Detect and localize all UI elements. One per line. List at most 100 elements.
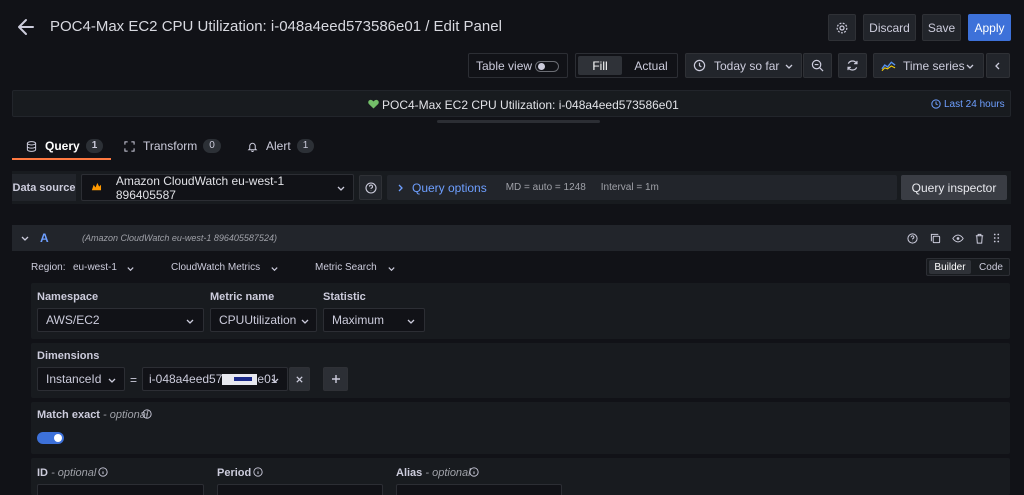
- region-value: eu-west-1: [73, 262, 117, 273]
- dimension-value-select[interactable]: i-048a4eed57 e01: [142, 367, 288, 391]
- time-range-picker[interactable]: Today so far: [685, 53, 802, 78]
- query-options-bar[interactable]: Query options MD = auto = 1248 Interval …: [387, 175, 897, 200]
- duplicate-icon[interactable]: [930, 233, 941, 244]
- save-button[interactable]: Save: [922, 14, 961, 41]
- trash-icon[interactable]: [974, 233, 985, 244]
- table-view-toggle[interactable]: Table view: [468, 53, 568, 78]
- info-icon: [469, 467, 479, 477]
- help-icon[interactable]: [907, 233, 918, 244]
- chevron-right-icon: [398, 184, 403, 191]
- alias-label: Alias - optional: [396, 467, 471, 479]
- time-range-label: Today so far: [714, 58, 780, 73]
- add-dimension-button[interactable]: [323, 367, 348, 391]
- chevron-down-icon: [966, 64, 974, 69]
- match-exact-label: Match exact - optional: [37, 409, 149, 421]
- statistic-label: Statistic: [323, 291, 366, 303]
- chevron-left-icon: [995, 62, 1000, 69]
- datasource-help-button[interactable]: [359, 175, 382, 200]
- cloudwatch-icon: [91, 182, 102, 191]
- collapse-query-icon[interactable]: [20, 233, 30, 243]
- actual-option[interactable]: Actual: [626, 56, 676, 75]
- collapse-options-button[interactable]: [986, 53, 1010, 78]
- query-inspector-button[interactable]: Query inspector: [901, 175, 1007, 200]
- tab-alert[interactable]: Alert 1: [247, 132, 315, 160]
- heart-icon: [368, 99, 379, 109]
- chevron-down-icon: [301, 319, 309, 324]
- alias-input[interactable]: [396, 484, 562, 495]
- mode-select[interactable]: Metric Search: [315, 262, 400, 273]
- zoom-out-button[interactable]: [803, 53, 832, 78]
- dimension-key-select[interactable]: InstanceId: [37, 367, 125, 391]
- remove-dimension-button[interactable]: [289, 367, 310, 391]
- gear-icon: [836, 22, 848, 33]
- id-label: ID - optional: [37, 467, 97, 479]
- panel-title: POC4-Max EC2 CPU Utilization: i-048a4eed…: [382, 98, 679, 112]
- apply-button[interactable]: Apply: [968, 14, 1011, 41]
- visualization-label: Time series: [903, 58, 965, 73]
- discard-button[interactable]: Discard: [863, 14, 916, 41]
- eye-icon[interactable]: [952, 234, 964, 243]
- resize-handle[interactable]: [437, 120, 600, 123]
- dimension-value: i-048a4eed57: [149, 372, 223, 386]
- info-icon: [142, 409, 152, 419]
- time-series-icon: [881, 60, 896, 71]
- builder-code-toggle: Builder Code: [926, 258, 1010, 276]
- drag-handle-icon[interactable]: [993, 232, 1000, 244]
- plus-icon: [331, 375, 340, 383]
- back-arrow-icon[interactable]: [16, 17, 36, 37]
- chevron-down-icon: [271, 267, 278, 272]
- bell-icon: [247, 142, 258, 152]
- refresh-icon: [847, 60, 858, 71]
- query-options-md: MD = auto = 1248: [505, 182, 586, 193]
- chevron-down-icon: [186, 319, 194, 324]
- id-input[interactable]: [37, 484, 204, 495]
- table-view-switch[interactable]: [535, 61, 559, 72]
- service-value: CloudWatch Metrics: [171, 262, 261, 273]
- query-options-interval: Interval = 1m: [600, 182, 659, 193]
- redaction-mark: [222, 373, 258, 385]
- visualization-picker[interactable]: Time series: [873, 53, 984, 78]
- settings-button[interactable]: [828, 14, 856, 41]
- query-ref-id[interactable]: A: [40, 231, 49, 245]
- info-icon: [98, 467, 108, 477]
- tab-query[interactable]: Query 1: [12, 132, 111, 160]
- region-select[interactable]: eu-west-1: [73, 262, 139, 273]
- query-options-label: Query options: [412, 180, 487, 195]
- tab-alert-count: 1: [296, 139, 315, 153]
- namespace-value: AWS/EC2: [46, 313, 100, 327]
- chevron-down-icon: [407, 319, 415, 324]
- close-icon: [296, 375, 303, 383]
- period-input[interactable]: [217, 484, 383, 495]
- dimensions-label: Dimensions: [37, 350, 100, 362]
- dimension-operator: =: [130, 373, 138, 387]
- clock-icon: [693, 59, 706, 72]
- period-label: Period: [217, 467, 252, 479]
- namespace-select[interactable]: AWS/EC2: [37, 308, 204, 332]
- chevron-down-icon: [337, 186, 345, 191]
- tab-query-label: Query: [45, 139, 80, 153]
- namespace-label: Namespace: [37, 291, 99, 303]
- metric-name-label: Metric name: [210, 291, 275, 303]
- clock-icon: [931, 99, 941, 109]
- match-exact-switch[interactable]: [37, 432, 64, 444]
- info-icon: [253, 467, 263, 477]
- statistic-select[interactable]: Maximum: [323, 308, 425, 332]
- tab-query-count: 1: [85, 139, 104, 153]
- tab-transform-label: Transform: [143, 139, 198, 153]
- refresh-button[interactable]: [838, 53, 867, 78]
- fill-actual-group: Fill Actual: [575, 53, 678, 78]
- builder-option[interactable]: Builder: [929, 260, 971, 274]
- table-view-label: Table view: [476, 58, 533, 73]
- service-select[interactable]: CloudWatch Metrics: [171, 262, 283, 273]
- mode-value: Metric Search: [315, 262, 377, 273]
- code-option[interactable]: Code: [974, 260, 1008, 274]
- metric-name-select[interactable]: CPUUtilization: [210, 308, 317, 332]
- datasource-value: Amazon CloudWatch eu-west-1 896405587: [115, 173, 285, 202]
- fill-option[interactable]: Fill: [578, 56, 622, 75]
- panel-time-info: Last 24 hours: [944, 99, 1005, 110]
- datasource-picker[interactable]: Amazon CloudWatch eu-west-1 896405587: [81, 173, 354, 202]
- page-title: POC4-Max EC2 CPU Utilization: i-048a4eed…: [50, 18, 502, 35]
- statistic-value: Maximum: [332, 313, 385, 327]
- chevron-down-icon: [108, 378, 116, 383]
- tab-transform[interactable]: Transform 0: [124, 132, 221, 160]
